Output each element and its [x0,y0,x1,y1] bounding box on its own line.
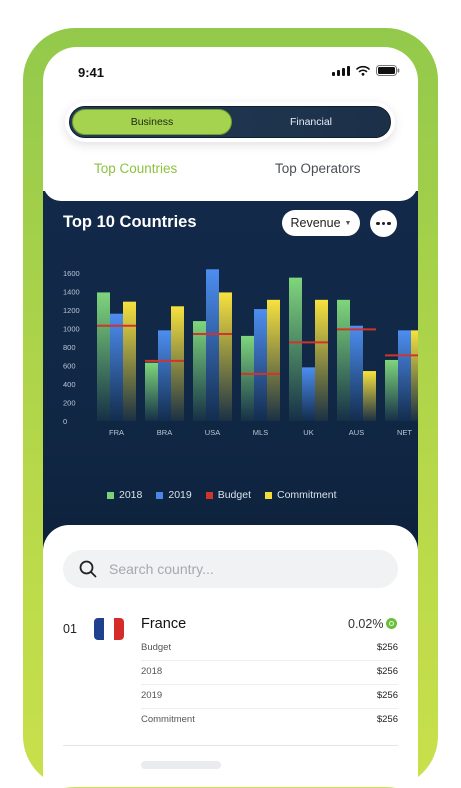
list-item-placeholder [141,761,221,769]
bar-chart: 0 200 400 600 800 1000 1200 1400 1600 FRA BRA USA M… [63,269,418,437]
metric-dropdown[interactable]: Revenue ▼ [282,210,360,236]
bar-2019-net[interactable] [398,330,411,421]
bar-2018-mls[interactable] [241,335,254,421]
more-dot-icon [387,221,391,226]
bar-2019-mls[interactable] [254,309,267,421]
x-tick-label: MLS [253,428,268,437]
bar-2019-bra[interactable] [158,330,171,421]
y-tick-label: 200 [63,399,76,408]
bar-2018-uk[interactable] [289,277,302,421]
x-tick-label: FRA [109,428,124,437]
bar-2018-bra[interactable] [145,362,158,421]
bar-commitment-usa[interactable] [219,292,232,421]
x-tick-label: USA [205,428,220,437]
status-bar: 9:41 [43,47,418,93]
legend-label: Budget [217,489,251,501]
bar-2019-fra[interactable] [110,313,123,421]
x-tick-label: AUS [349,428,364,437]
row-separator [63,745,398,746]
country-percent: 0.02% [348,617,384,631]
bar-commitment-mls[interactable] [267,299,280,421]
detail-row-2018: 2018 $256 [141,660,398,685]
tab-top-countries[interactable]: Top Countries [94,161,177,176]
france-flag-icon [94,618,124,640]
y-tick-label: 1200 [63,306,80,315]
status-time: 9:41 [78,65,105,80]
detail-value: $256 [376,690,398,701]
more-dot-icon [381,221,386,226]
more-options-button[interactable] [370,210,397,237]
wifi-icon [356,65,370,76]
x-tick-label: NET [397,428,412,437]
detail-label: Budget [141,642,172,653]
segment-financial[interactable]: Financial [232,109,390,135]
x-tick-label: BRA [157,428,172,437]
battery-icon [376,65,400,76]
status-icons [332,65,400,76]
segment-business[interactable]: Business [72,109,232,135]
legend-swatch [265,491,272,499]
detail-value: $256 [376,666,398,677]
search-bar[interactable] [63,550,398,588]
bar-2019-uk[interactable] [302,367,315,421]
y-tick-label: 400 [63,380,76,389]
bar-2018-fra[interactable] [97,292,110,421]
legend-swatch [205,491,213,499]
x-tick-label: UK [303,428,313,437]
bar-commitment-net[interactable] [411,330,418,421]
bar-2018-aus[interactable] [337,299,350,421]
legend-label: 2018 [119,489,143,501]
bar-commitment-fra[interactable] [123,301,136,421]
bar-2018-net[interactable] [385,359,398,421]
countries-list-card: 01 France 0.02% Budget $256 2018 $256 20… [43,525,418,787]
caret-down-icon: ▼ [344,219,352,227]
bar-commitment-uk[interactable] [315,299,328,421]
bar-2019-aus[interactable] [350,325,363,421]
detail-label: 2018 [141,666,163,677]
bar-commitment-bra[interactable] [171,306,184,421]
detail-label: Commitment [141,714,195,725]
tab-top-operators[interactable]: Top Operators [275,161,361,176]
detail-row-budget: Budget $256 [141,636,398,661]
bar-2019-usa[interactable] [206,269,219,421]
detail-value: $256 [376,642,398,653]
country-rank: 01 [63,622,77,636]
segment-control: Business Financial [65,102,395,142]
detail-value: $256 [376,714,398,725]
y-tick-label: 1600 [63,269,80,278]
chart-title: Top 10 Countries [63,213,197,231]
more-dot-icon [376,221,380,226]
segment-track: Business Financial [69,106,391,138]
y-tick-label: 800 [63,343,76,352]
legend-item-budget: Budget [205,489,251,501]
legend-item-commitment: Commitment [265,489,337,501]
metric-dropdown-label: Revenue [290,216,341,230]
trend-up-icon [386,618,397,629]
detail-label: 2019 [141,690,163,701]
phone-screen: 9:41 Business Financial Top Countries To… [43,47,418,787]
y-tick-label: 1400 [63,288,80,297]
detail-row-commitment: Commitment $256 [141,708,398,732]
detail-row-2019: 2019 $256 [141,684,398,709]
legend-label: 2019 [168,489,192,501]
signal-icon [332,65,350,76]
y-tick-label: 1000 [63,325,80,334]
header-card-bottom [43,181,418,201]
search-input[interactable] [109,550,379,588]
country-name[interactable]: France [141,616,186,632]
bar-commitment-aus[interactable] [363,371,376,421]
legend-item-2019: 2019 [156,489,192,501]
bar-2018-usa[interactable] [193,321,206,421]
legend-item-2018: 2018 [107,489,142,501]
search-icon [79,560,97,583]
legend-swatch [107,491,114,499]
legend-label: Commitment [277,489,337,501]
legend-swatch [156,491,164,499]
y-tick-label: 600 [63,362,76,371]
y-tick-label: 0 [63,417,67,426]
chart-legend: 2018 2019 Budget Commitment [107,489,337,501]
